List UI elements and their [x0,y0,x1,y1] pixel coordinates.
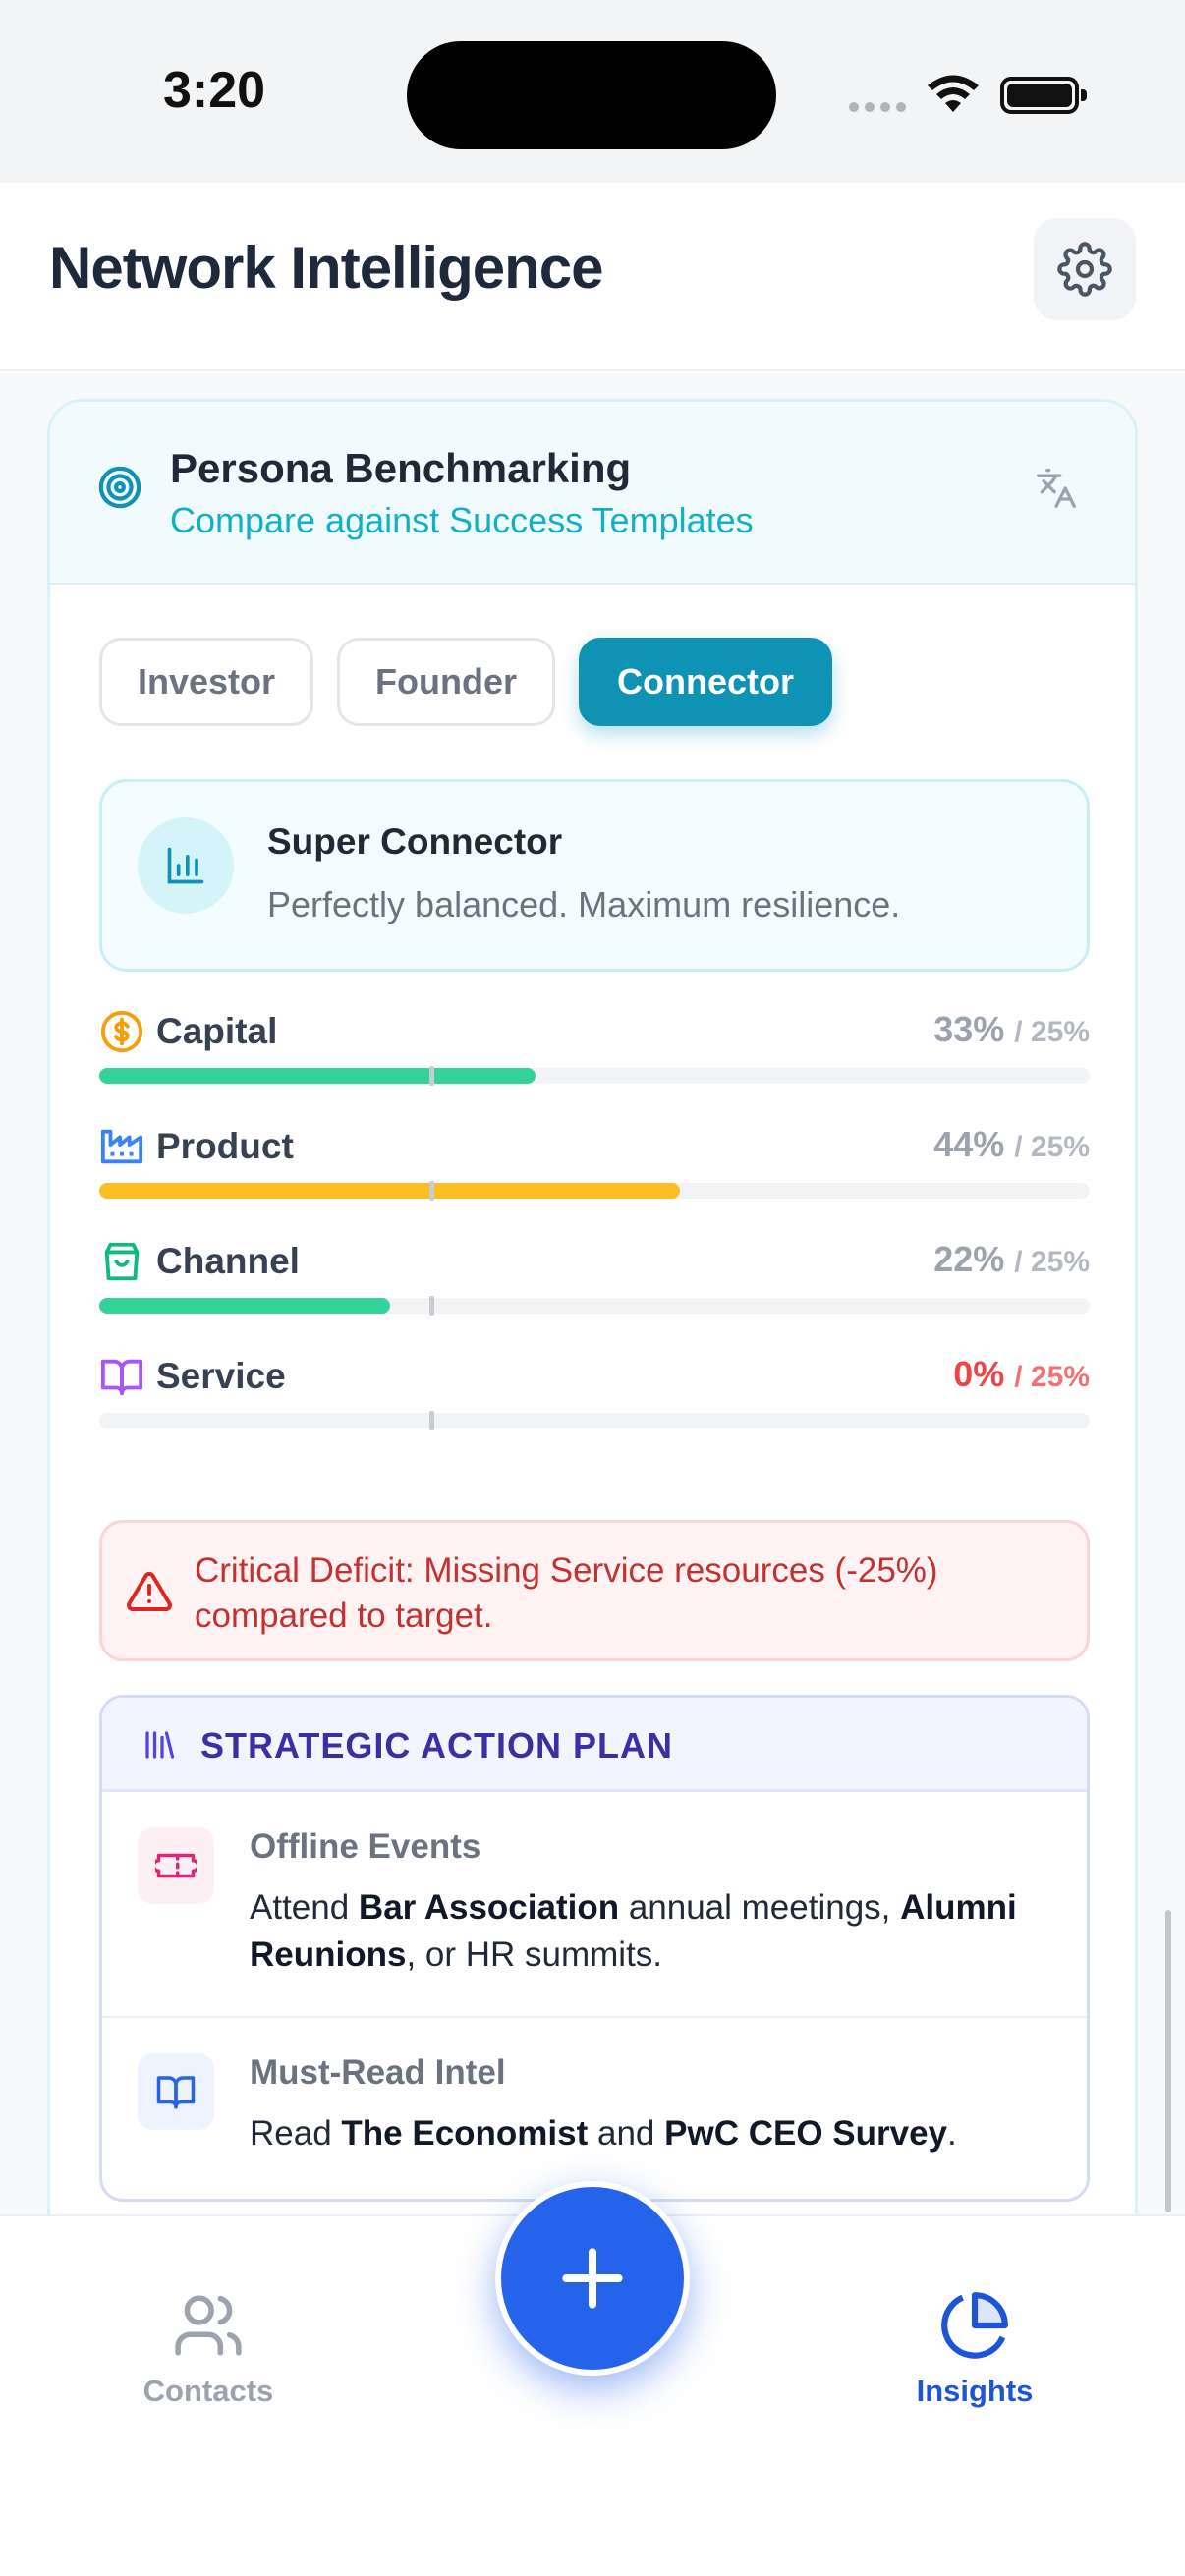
plus-icon [562,2248,623,2309]
target-marker [429,1066,434,1086]
metric-service: Service 0% / 25% [99,1346,1090,1461]
metric-product: Product 44% / 25% [99,1116,1090,1231]
status-time: 3:20 [163,62,266,119]
wifi-icon [928,75,979,112]
metric-value: 0% / 25% [953,1354,1090,1394]
warning-icon [127,1571,172,1611]
target-marker [429,1296,434,1316]
target-icon [98,466,141,509]
factory-icon [100,1129,143,1164]
target-marker [429,1411,434,1430]
deficit-alert: Critical Deficit: Missing Service resour… [99,1520,1090,1661]
app-header: Network Intelligence [0,183,1185,371]
metric-label: Channel [156,1241,300,1281]
action-item-offline-events[interactable]: Offline Events Attend Bar Association an… [102,1792,1087,2016]
dynamic-island [407,41,776,149]
tab-connector[interactable]: Connector [579,638,833,726]
metric-value: 33% / 25% [933,1009,1090,1049]
signal-icon [849,102,906,112]
persona-profile: Super Connector Perfectly balanced. Maxi… [99,779,1090,972]
action-item-title: Offline Events [250,1827,481,1866]
alert-text: Critical Deficit: Missing Service resour… [195,1551,938,1635]
metric-capital: Capital 33% / 25% [99,1001,1090,1116]
progress-track [99,1181,1090,1201]
action-plan-header: STRATEGIC ACTION PLAN [102,1698,1087,1792]
tab-investor[interactable]: Investor [99,638,314,726]
persona-benchmark-card: Persona Benchmarking Compare against Suc… [47,399,1138,2214]
translate-icon[interactable] [1035,467,1078,510]
metrics-list: Capital 33% / 25% Product 44% / 25% Chan… [99,1001,1090,1461]
progress-fill [99,1298,390,1314]
nav-insights[interactable]: Insights [876,2289,1073,2409]
progress-track [99,1296,1090,1316]
page-title: Network Intelligence [49,235,603,301]
action-item-body: Attend Bar Association annual meetings, … [250,1888,1017,1974]
status-bar: 3:20 [0,0,1185,183]
bar-chart-icon [138,817,234,914]
card-header: Persona Benchmarking Compare against Suc… [50,402,1135,585]
metric-value: 22% / 25% [933,1239,1090,1279]
metric-channel: Channel 22% / 25% [99,1231,1090,1346]
progress-track [99,1066,1090,1086]
ticket-icon [138,1827,214,1904]
nav-label: Insights [916,2374,1034,2408]
persona-tabs: Investor Founder Connector [99,638,833,726]
metric-label: Product [156,1126,294,1166]
metric-label: Capital [156,1011,278,1051]
scrollbar[interactable] [1165,1910,1171,2212]
nav-label: Contacts [142,2374,274,2408]
action-plan: STRATEGIC ACTION PLAN Offline Events Att… [99,1695,1090,2202]
settings-button[interactable] [1034,218,1136,320]
action-item-title: Must-Read Intel [250,2053,506,2092]
progress-fill [99,1183,681,1199]
scroll-content[interactable]: Persona Benchmarking Compare against Suc… [0,373,1185,2214]
metric-value: 44% / 25% [933,1124,1090,1164]
card-title: Persona Benchmarking [170,445,632,491]
profile-description: Perfectly balanced. Maximum resilience. [267,884,901,924]
pie-chart-icon [941,2292,1008,2359]
target-marker [429,1181,434,1201]
book-open-icon [100,1359,143,1396]
metric-label: Service [156,1356,286,1396]
action-item-must-read-intel[interactable]: Must-Read Intel Read The Economist and P… [102,2016,1087,2199]
shopping-bag-icon [104,1242,140,1281]
card-subtitle: Compare against Success Templates [170,500,754,540]
progress-fill [99,1068,536,1084]
progress-track [99,1411,1090,1430]
action-item-body: Read The Economist and PwC CEO Survey. [250,2114,957,2153]
add-button[interactable] [495,2181,690,2376]
dollar-icon [100,1010,143,1053]
users-icon [175,2295,242,2356]
nav-contacts[interactable]: Contacts [110,2289,307,2409]
library-icon [145,1731,175,1759]
action-plan-title: STRATEGIC ACTION PLAN [200,1725,673,1765]
battery-icon [1000,77,1087,114]
book-icon [138,2053,214,2130]
gear-icon [1057,242,1112,297]
tab-founder[interactable]: Founder [337,638,556,726]
profile-title: Super Connector [267,821,563,862]
